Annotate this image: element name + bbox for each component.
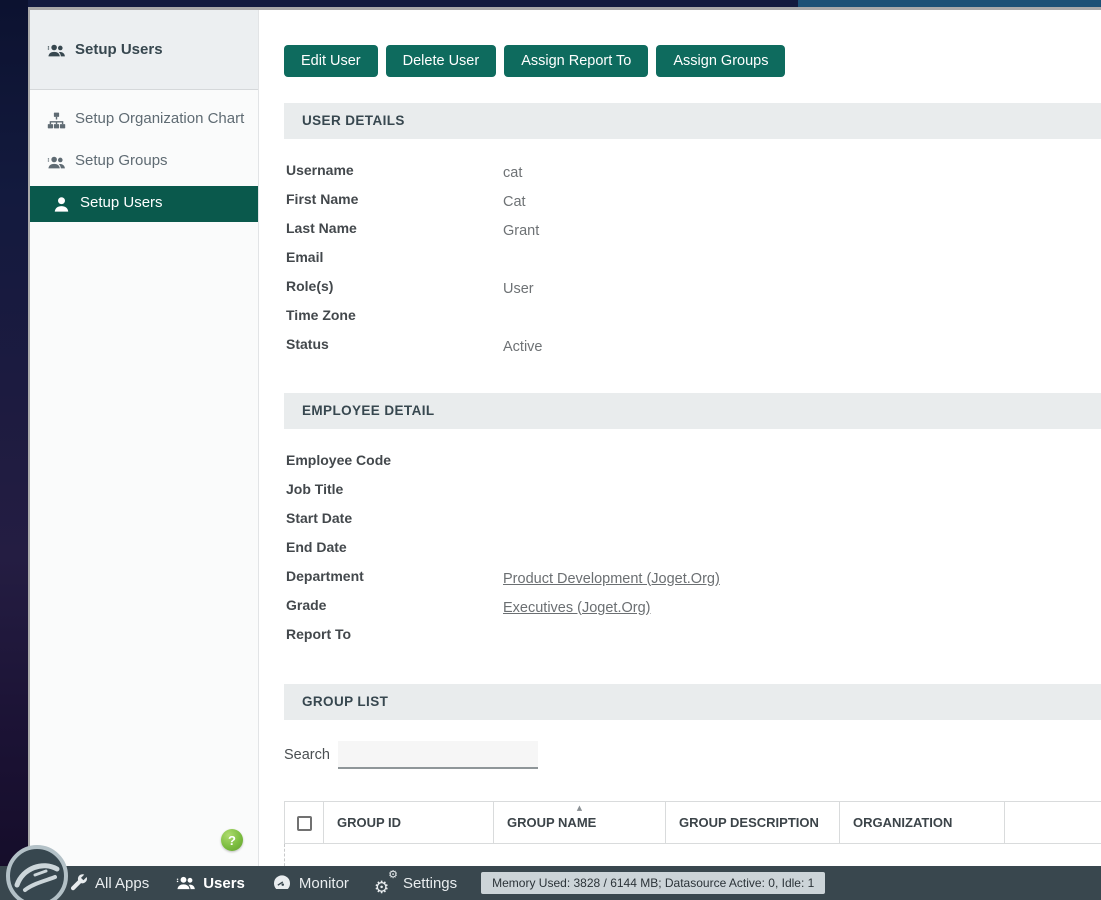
bottom-nav-settings[interactable]: ⚙⚙ Settings [376, 873, 457, 893]
sidebar-header-label: Setup Users [75, 41, 163, 58]
column-header-empty [1005, 802, 1101, 844]
help-icon[interactable]: ? [221, 829, 243, 851]
field-row-time-zone: Time Zone [286, 300, 1101, 329]
field-value: Active [503, 339, 543, 355]
field-row-job-title: Job Title [286, 474, 1101, 503]
gauge-icon [272, 873, 292, 893]
bottom-nav: All Apps Users Monitor ⚙⚙ Settings [68, 873, 457, 893]
field-label: End Date [286, 539, 503, 555]
section-header-group-list: GROUP LIST [284, 684, 1101, 720]
field-label: Email [286, 249, 503, 265]
bottom-nav-monitor[interactable]: Monitor [272, 873, 349, 893]
sidebar-item-label: Setup Groups [75, 152, 168, 170]
field-value: cat [503, 165, 522, 181]
field-label: Report To [286, 626, 503, 642]
column-header-label: GROUP DESCRIPTION [679, 815, 819, 830]
field-row-end-date: End Date [286, 532, 1101, 561]
column-header-group-description[interactable]: GROUP DESCRIPTION [666, 802, 840, 844]
field-row-username: Usernamecat [286, 155, 1101, 184]
field-row-first-name: First NameCat [286, 184, 1101, 213]
search-label: Search [284, 747, 338, 763]
field-value-link[interactable]: Executives (Joget.Org) [503, 600, 650, 616]
field-label: Last Name [286, 220, 503, 236]
bottom-nav-label: Settings [403, 875, 457, 892]
search-input[interactable] [338, 741, 538, 769]
column-header-organization[interactable]: ORGANIZATION [840, 802, 1005, 844]
edit-user-button[interactable]: Edit User [284, 45, 378, 77]
column-header-label: GROUP NAME [507, 815, 596, 830]
field-row-grade: GradeExecutives (Joget.Org) [286, 590, 1101, 619]
employee-detail-fields: Employee Code Job Title Start Date End Date… [284, 429, 1101, 648]
status-badge: Memory Used: 3828 / 6144 MB; Datasource … [481, 872, 825, 894]
bottom-nav-label: Users [203, 875, 245, 892]
field-row-employee-code: Employee Code [286, 445, 1101, 474]
field-row-status: StatusActive [286, 329, 1101, 358]
user-icon [52, 195, 71, 214]
group-list-search-row: Search [284, 741, 1101, 769]
field-row-email: Email [286, 242, 1101, 271]
field-label: Status [286, 336, 503, 352]
sidebar-item-label: Setup Organization Chart [75, 110, 244, 128]
sidebar-item-label: Setup Users [80, 194, 163, 212]
field-label: Start Date [286, 510, 503, 526]
column-header-group-name[interactable]: ▲ GROUP NAME [494, 802, 666, 844]
field-label: Employee Code [286, 452, 503, 468]
sort-asc-icon: ▲ [577, 804, 582, 812]
window-top-strip [28, 0, 1101, 7]
select-all-checkbox[interactable] [297, 816, 312, 831]
field-row-report-to: Report To [286, 619, 1101, 648]
user-details-fields: UsernamecatFirst NameCatLast NameGrantEm… [284, 139, 1101, 358]
group-table-header-row: GROUP ID ▲ GROUP NAME GROUP DESCRIPTION ORGA… [285, 802, 1101, 844]
column-header-label: ORGANIZATION [853, 815, 952, 830]
top-strip-blue-segment [798, 0, 1101, 7]
sidebar: Setup Users Setup Organization ChartSetu… [30, 10, 259, 900]
field-label: Role(s) [286, 278, 503, 294]
field-row-role-s: Role(s)User [286, 271, 1101, 300]
assign-groups-button[interactable]: Assign Groups [656, 45, 785, 77]
wrench-icon [68, 873, 88, 893]
sidebar-header: Setup Users [30, 10, 258, 90]
section-header-user-details: USER DETAILS [284, 103, 1101, 139]
main-content: Edit UserDelete UserAssign Report ToAssi… [259, 10, 1101, 900]
users-icon [47, 41, 66, 60]
field-row-department: DepartmentProduct Development (Joget.Org… [286, 561, 1101, 590]
field-label: Username [286, 162, 503, 178]
field-value: User [503, 281, 534, 297]
app-window: Setup Users Setup Organization ChartSetu… [28, 7, 1101, 900]
column-header-label: GROUP ID [337, 815, 401, 830]
field-value: Grant [503, 223, 539, 239]
column-header-group-id[interactable]: GROUP ID [324, 802, 494, 844]
toolbar: Edit UserDelete UserAssign Report ToAssi… [284, 45, 1101, 77]
bottom-bar: All Apps Users Monitor ⚙⚙ Settings Memory Us… [0, 866, 1101, 900]
field-value-link[interactable]: Product Development (Joget.Org) [503, 571, 720, 587]
sidebar-menu: Setup Organization Chart Setup Groups Setu… [30, 90, 258, 222]
sitemap-icon [47, 111, 66, 130]
field-value: Cat [503, 194, 526, 210]
sidebar-item-setup-groups[interactable]: Setup Groups [30, 144, 258, 180]
field-label: Job Title [286, 481, 503, 497]
select-all-header-cell [285, 802, 324, 844]
bottom-nav-all-apps[interactable]: All Apps [68, 873, 149, 893]
joget-logo-icon[interactable] [4, 843, 70, 900]
desktop: { "sidebar": { "header": { "label": "Set… [0, 0, 1101, 900]
assign-report-to-button[interactable]: Assign Report To [504, 45, 648, 77]
field-label: Grade [286, 597, 503, 613]
bottom-nav-users[interactable]: Users [176, 873, 245, 893]
gears-icon: ⚙⚙ [376, 873, 396, 893]
field-label: First Name [286, 191, 503, 207]
field-row-last-name: Last NameGrant [286, 213, 1101, 242]
bottom-nav-label: Monitor [299, 875, 349, 892]
field-row-start-date: Start Date [286, 503, 1101, 532]
top-strip-dark-segment [28, 0, 798, 7]
field-label: Department [286, 568, 503, 584]
sidebar-item-setup-organization-chart[interactable]: Setup Organization Chart [30, 102, 258, 138]
delete-user-button[interactable]: Delete User [386, 45, 497, 77]
sidebar-item-setup-users[interactable]: Setup Users [30, 186, 258, 222]
users-icon [176, 873, 196, 893]
field-label: Time Zone [286, 307, 503, 323]
bottom-nav-label: All Apps [95, 875, 149, 892]
section-header-employee-detail: EMPLOYEE DETAIL [284, 393, 1101, 429]
users-icon [47, 153, 66, 172]
